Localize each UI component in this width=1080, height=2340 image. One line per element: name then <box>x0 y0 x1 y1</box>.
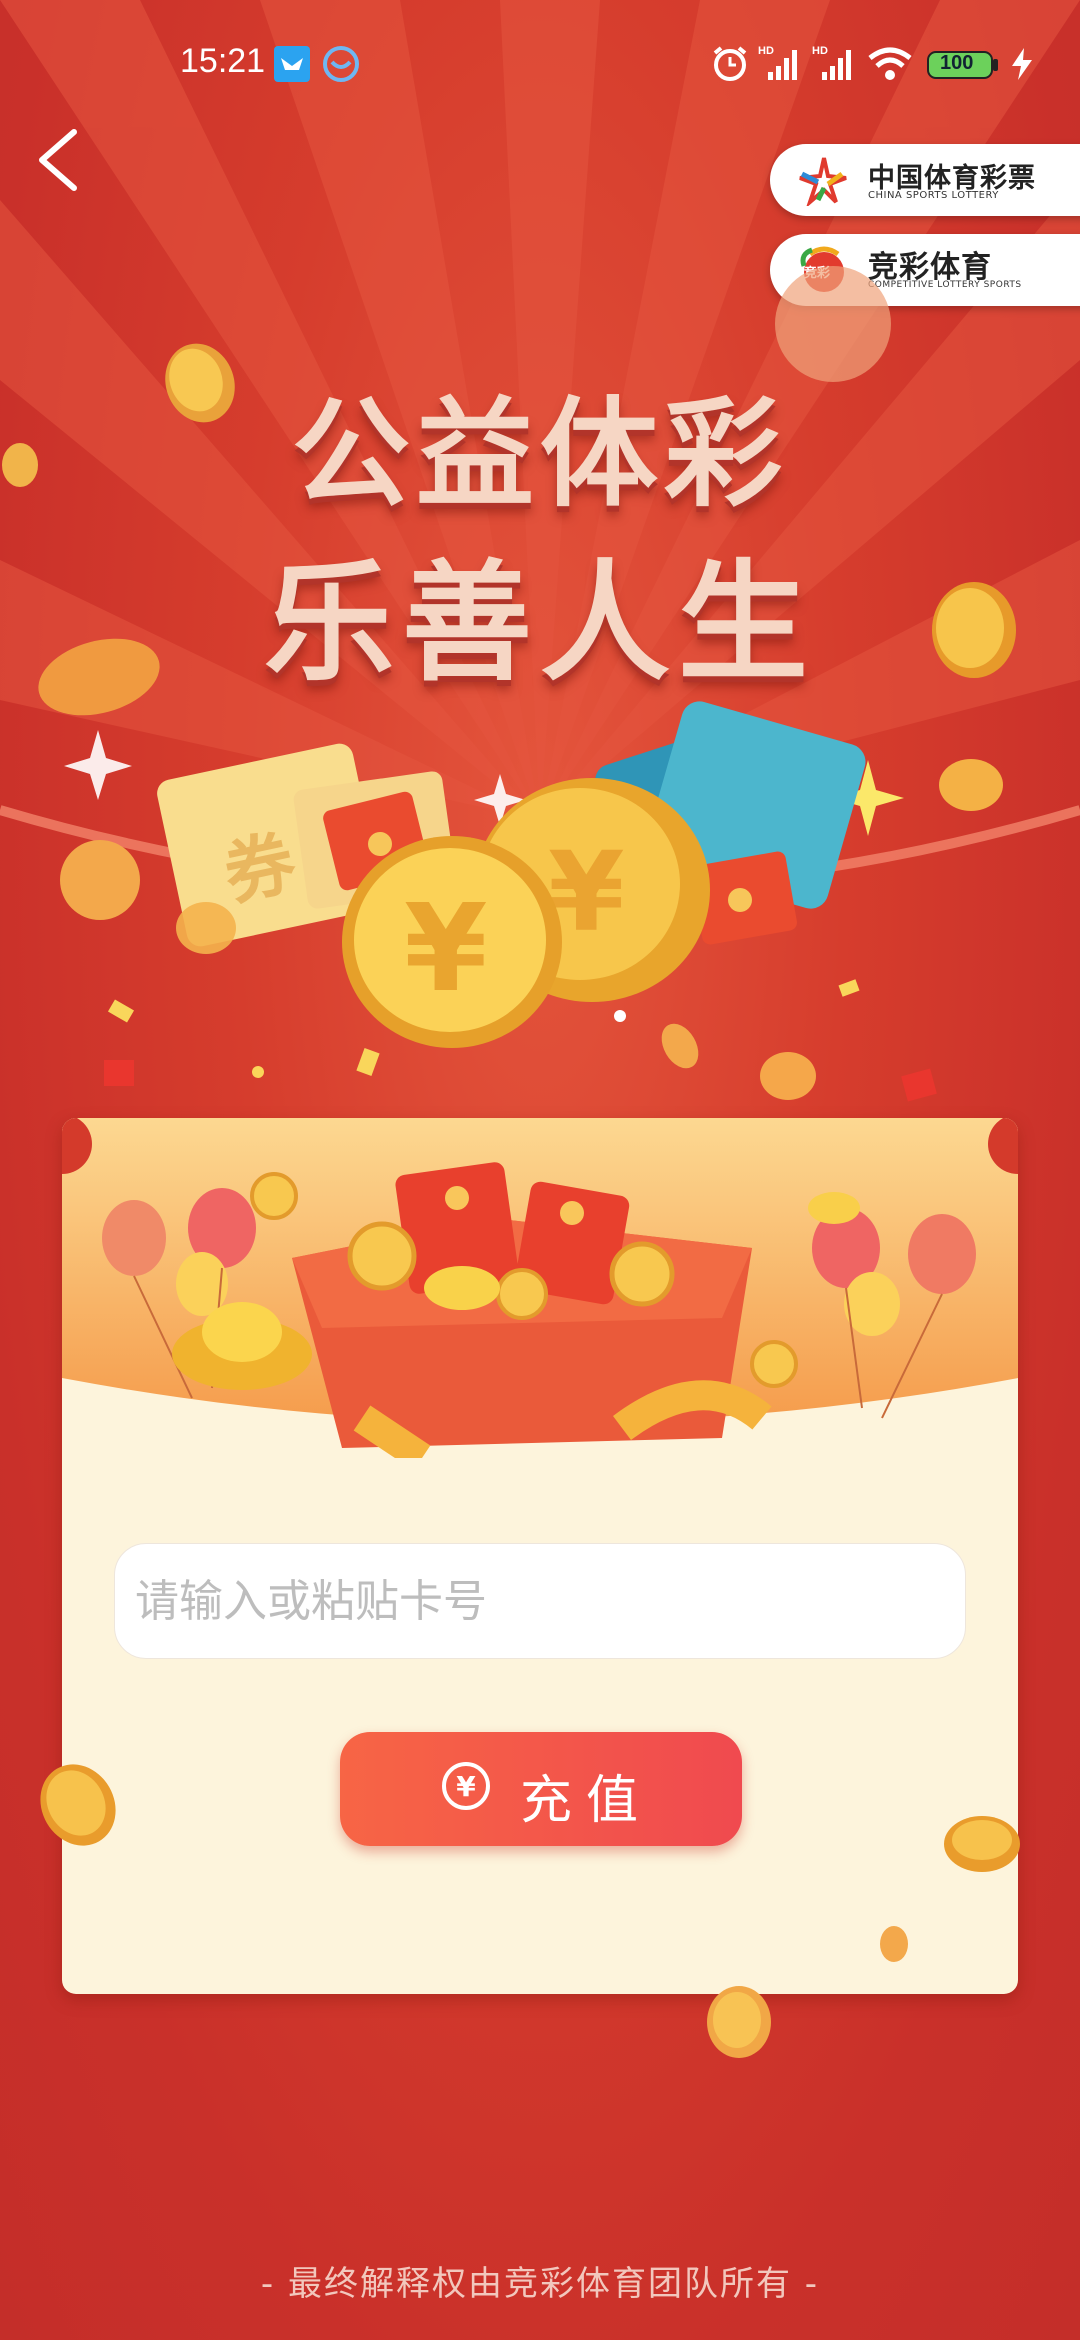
coin-icon <box>707 1986 771 2058</box>
svg-text:HD: HD <box>758 45 774 57</box>
coin-icon <box>40 1764 116 1846</box>
china-sports-lottery-logo <box>799 157 847 206</box>
coin-icon <box>165 343 235 423</box>
card-number-field[interactable] <box>114 1543 966 1659</box>
signal-hd-icon: HD <box>812 45 851 80</box>
gift-box-illustration <box>62 1118 1018 1458</box>
coin-icon <box>944 1816 1020 1872</box>
svg-text:HD: HD <box>812 45 828 57</box>
status-bar: 15:21 HD HD 100 <box>0 0 1080 130</box>
back-button[interactable] <box>28 120 98 200</box>
china-sports-lottery-badge: 中国体育彩票 CHINA SPORTS LOTTERY <box>770 144 1080 216</box>
recharge-button[interactable]: ¥ 充值 <box>340 1732 742 1846</box>
status-time: 15:21 <box>180 42 266 80</box>
coin-icon <box>775 266 891 382</box>
coin-icon <box>2 443 38 487</box>
brand-name-en: CHINA SPORTS LOTTERY <box>868 190 999 201</box>
battery-level: 100 <box>940 52 974 74</box>
sparkle-icon <box>64 730 132 800</box>
chat-app-icon <box>323 46 359 82</box>
signal-hd-icon: HD <box>758 45 797 80</box>
treasure-illustration: 券 ¥ ¥ <box>0 701 1080 1102</box>
alarm-icon <box>713 46 747 81</box>
coin-icon <box>880 1926 908 1962</box>
wifi-icon <box>868 47 912 80</box>
card-number-input[interactable] <box>115 1544 965 1658</box>
charging-icon <box>1012 48 1032 80</box>
svg-text:¥: ¥ <box>404 880 488 1019</box>
yen-circle-icon: ¥ <box>442 1762 490 1810</box>
notification-app-icon <box>274 46 310 82</box>
coin-icon <box>932 582 1016 678</box>
recharge-button-label: 充值 <box>520 1771 653 1831</box>
footer-disclaimer: - 最终解释权由竞彩体育团队所有 - <box>260 2264 820 2304</box>
